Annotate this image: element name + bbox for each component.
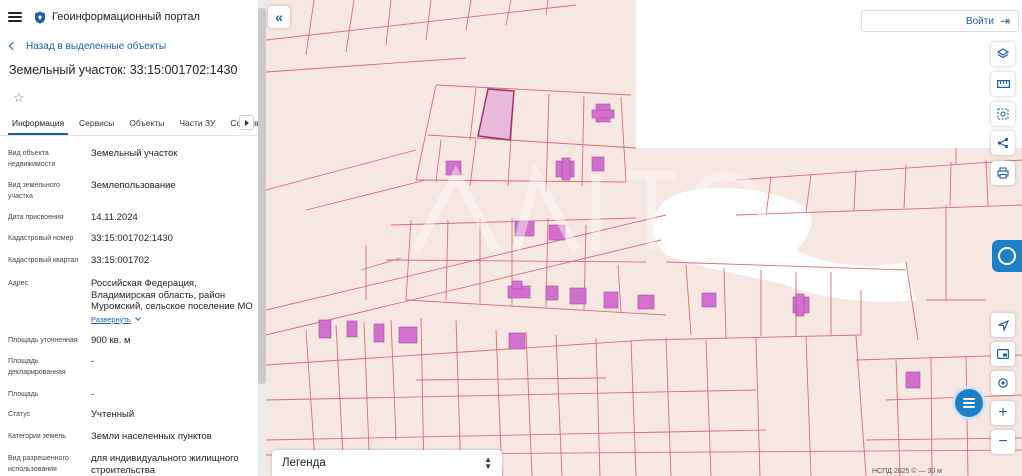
share-button[interactable] — [991, 131, 1015, 155]
sort-updown-icon: ▲ ▼ — [484, 455, 492, 471]
attr-value: 33:15:001702 — [91, 255, 150, 266]
tab-services[interactable]: Сервисы — [75, 112, 118, 135]
chevron-right-icon — [244, 119, 249, 126]
side-service-tab[interactable] — [992, 240, 1022, 272]
legend-label: Легенда — [282, 457, 326, 469]
attr-value: для индивидуального жилищного строительс… — [91, 453, 239, 476]
attr-label: Площадь уточненная — [8, 337, 78, 344]
zoom-out-button[interactable]: − — [991, 430, 1015, 454]
ruler-icon — [996, 80, 1010, 88]
locate-icon — [997, 319, 1009, 331]
panel-scrollbar-thumb[interactable] — [258, 8, 266, 384]
service-logo-icon — [998, 247, 1016, 265]
tabs-scroll-right-button[interactable] — [239, 115, 254, 130]
attr-value: Земельный участок — [91, 148, 178, 159]
back-link[interactable]: Назад в выделенные объекты — [0, 35, 258, 57]
address-text: Российская Федерация, Владимирская облас… — [91, 278, 253, 312]
tab-objects[interactable]: Объекты — [125, 112, 168, 135]
login-label: Войти — [965, 15, 994, 27]
attr-label: Вид объекта недвижимости — [8, 150, 56, 168]
attr-label: Вид земельного участка — [8, 182, 60, 200]
legend-toggle[interactable]: Легенда ▲ ▼ — [272, 450, 502, 476]
map-scale-attribution: НСПД 2025 © — 30 м — [872, 468, 942, 475]
layers-button[interactable] — [991, 42, 1015, 66]
attr-label: Кадастровый номер — [8, 235, 74, 242]
tab-info[interactable]: Информация — [8, 112, 69, 135]
zoom-in-icon: + — [998, 404, 1008, 421]
object-title: Земельный участок: 33:15:001702:1430 — [9, 63, 238, 77]
selected-parcel[interactable] — [477, 88, 515, 141]
expand-address-link[interactable]: Развернуть — [91, 314, 253, 326]
chevron-left-icon — [8, 41, 18, 51]
attr-value: Земли населенных пунктов — [91, 431, 212, 442]
expand-label: Развернуть — [91, 314, 131, 324]
attr-value: 900 кв. м — [91, 335, 131, 346]
basemap-icon — [997, 349, 1009, 359]
attr-label: Кадастровый квартал — [8, 257, 79, 264]
hamburger-icon[interactable] — [8, 12, 22, 22]
map-view[interactable] — [266, 0, 1022, 476]
collapse-panel-button[interactable]: « — [268, 6, 290, 28]
select-area-button[interactable] — [991, 102, 1015, 126]
login-button[interactable]: Войти ⇥ — [861, 10, 1019, 32]
back-link-label: Назад в выделенные объекты — [26, 40, 167, 52]
portal-logo-icon — [35, 11, 45, 23]
geolocation-button[interactable] — [991, 371, 1015, 395]
layers-icon — [997, 48, 1009, 59]
print-button[interactable] — [991, 161, 1015, 185]
star-icon[interactable]: ☆ — [13, 89, 25, 107]
tab-parcel-parts[interactable]: Части ЗУ — [175, 112, 219, 135]
attr-value: Российская Федерация, Владимирская облас… — [91, 278, 253, 325]
chat-icon — [963, 398, 975, 408]
cadastral-map[interactable] — [266, 0, 1022, 476]
share-icon — [997, 137, 1009, 149]
attr-label: Статус — [8, 411, 31, 418]
attr-label: Вид разрешенного использования — [8, 455, 69, 473]
attr-label: Площадь — [8, 391, 39, 398]
login-icon: ⇥ — [999, 14, 1010, 28]
double-chevron-left-icon: « — [275, 9, 283, 25]
geolocation-icon — [998, 378, 1008, 388]
app-title: Геоинформационный портал — [52, 11, 200, 23]
attr-value: Землепользование — [91, 180, 176, 191]
zoom-out-icon: − — [998, 433, 1008, 450]
locate-button[interactable] — [991, 313, 1015, 337]
tab-bar: Информация Сервисы Объекты Части ЗУ Сост… — [0, 112, 258, 136]
attr-value: 14.11.2024 — [91, 212, 138, 223]
chat-button[interactable] — [952, 386, 986, 420]
attr-value: - — [91, 356, 95, 367]
attr-value: Учтенный — [91, 409, 135, 420]
attr-label: Категория земель — [8, 433, 66, 440]
basemap-button[interactable] — [991, 342, 1015, 366]
select-area-icon — [997, 108, 1009, 120]
chevron-down-icon — [134, 314, 141, 321]
attr-value: 33:15:001702:1430 — [91, 233, 173, 244]
print-icon — [997, 167, 1009, 179]
measure-button[interactable] — [991, 72, 1015, 96]
zoom-in-button[interactable]: + — [991, 401, 1015, 425]
attr-label: Адрес — [8, 280, 29, 287]
panel-header: Геоинформационный портал — [0, 0, 258, 34]
attr-value: - — [91, 389, 95, 400]
attr-label: Площадь декларированная — [8, 358, 66, 376]
attr-label: Дата присвоения — [8, 214, 64, 221]
info-panel: Геоинформационный портал Назад в выделен… — [0, 0, 258, 476]
